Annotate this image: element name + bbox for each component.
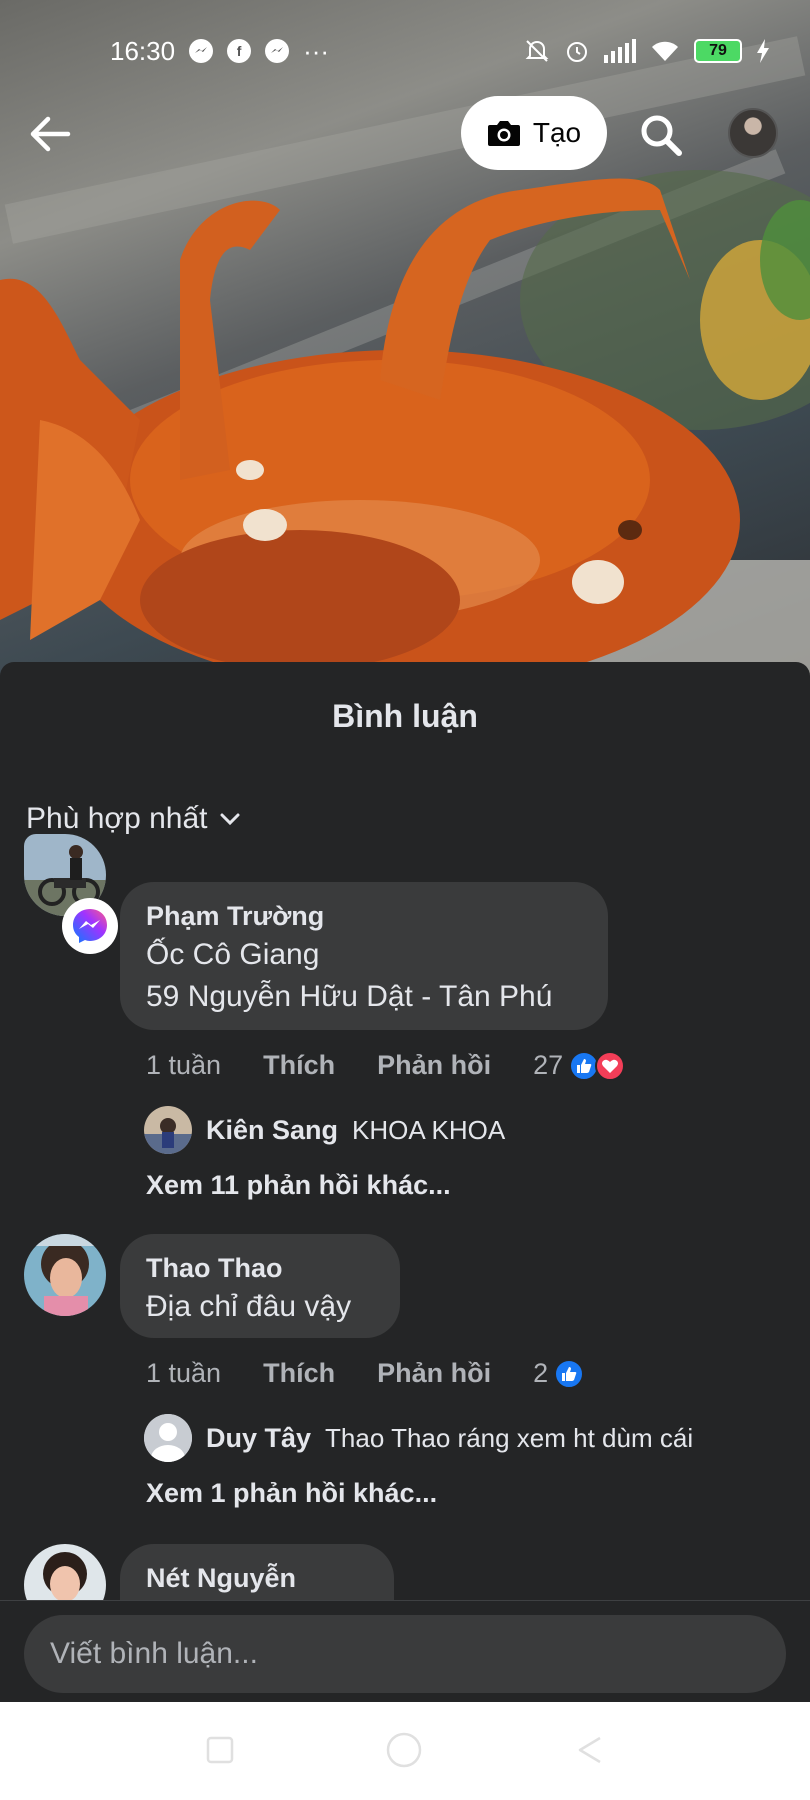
- avatar-image: [24, 1234, 106, 1316]
- view-more-replies[interactable]: Xem 1 phản hồi khác...: [146, 1478, 437, 1509]
- clock: 16:30: [110, 35, 176, 66]
- love-reaction-icon[interactable]: [595, 1050, 626, 1081]
- recent-apps-button[interactable]: [200, 1730, 240, 1770]
- search-icon: [641, 115, 682, 156]
- circle-icon: [386, 1732, 422, 1768]
- alarm-icon: [567, 42, 587, 62]
- comments-title: Bình luận: [332, 698, 478, 734]
- avatar-image: [144, 1106, 192, 1154]
- back-button[interactable]: [22, 106, 78, 162]
- avatar[interactable]: [144, 1414, 192, 1462]
- top-bar: Tạo: [0, 96, 810, 172]
- messenger-icon: [189, 39, 214, 63]
- signal-icon: [604, 39, 636, 63]
- reply-button[interactable]: Phản hồi: [377, 1050, 491, 1081]
- comment-bubble[interactable]: Phạm Trường Ốc Cô Giang 59 Nguyễn Hữu Dậ…: [120, 882, 608, 1030]
- messenger-icon: [73, 909, 107, 943]
- back-nav-button[interactable]: [570, 1730, 610, 1770]
- reply-text: Thao Thao ráng xem ht dùm cái: [325, 1422, 694, 1453]
- wifi-icon: [652, 41, 678, 61]
- home-button[interactable]: [384, 1730, 424, 1770]
- chevron-down-icon: [220, 813, 240, 826]
- create-button-label: Tạo: [532, 117, 582, 148]
- comment-bubble[interactable]: Thao Thao Địa chỉ đâu vậy: [120, 1234, 400, 1338]
- reply-author[interactable]: Kiên Sang: [206, 1115, 338, 1146]
- view-more-replies[interactable]: Xem 11 phản hồi khác...: [146, 1170, 451, 1201]
- comment-composer: [0, 1600, 810, 1704]
- reply-button[interactable]: Phản hồi: [377, 1358, 491, 1389]
- back-arrow-icon: [30, 116, 71, 152]
- charging-icon: [757, 39, 769, 63]
- messenger-badge: [62, 898, 118, 954]
- camera-icon: [487, 121, 520, 146]
- comment-item: Thao Thao Địa chỉ đâu vậy 1 tuần Thích P…: [0, 1234, 810, 1514]
- comment-text-line: Ốc Cô Giang: [146, 938, 320, 971]
- sort-dropdown[interactable]: Phù hợp nhất: [26, 802, 241, 836]
- comment-item: Phạm Trường Ốc Cô Giang 59 Nguyễn Hữu Dậ…: [0, 834, 810, 1204]
- comments-sheet: Bình luận Phù hợp nhất Phạm Trường Ốc Cô…: [0, 662, 810, 1702]
- profile-avatar[interactable]: [728, 108, 778, 158]
- sort-label: Phù hợp nhất: [26, 802, 208, 835]
- comment-text-line: Địa chỉ đâu vậy: [146, 1290, 352, 1323]
- status-bar: 16:30 f ··· 79: [0, 28, 810, 74]
- system-nav-bar: [0, 1702, 810, 1800]
- like-reaction-icon[interactable]: [554, 1358, 585, 1389]
- reply-preview[interactable]: Kiên Sang KHOA KHOA: [144, 1106, 505, 1154]
- messenger-icon: [265, 39, 290, 63]
- square-icon: [206, 1736, 234, 1764]
- comment-text-line: 59 Nguyễn Hữu Dật - Tân Phú: [146, 980, 553, 1013]
- comment-author[interactable]: Nét Nguyễn: [146, 1560, 370, 1596]
- reaction-count[interactable]: 2: [533, 1358, 548, 1389]
- triangle-back-icon: [578, 1736, 601, 1764]
- comment-time[interactable]: 1 tuần: [146, 1358, 221, 1389]
- comment-author[interactable]: Phạm Trường: [146, 898, 584, 934]
- like-button[interactable]: Thích: [263, 1358, 335, 1389]
- comment-input[interactable]: [24, 1615, 786, 1693]
- comment-author[interactable]: Thao Thao: [146, 1250, 376, 1286]
- avatar[interactable]: [144, 1106, 192, 1154]
- mute-icon: [525, 40, 549, 62]
- comment-actions: 1 tuần Thích Phản hồi 2: [146, 1358, 585, 1389]
- create-button[interactable]: Tạo: [461, 96, 607, 170]
- facebook-icon: f: [227, 39, 252, 63]
- reply-preview[interactable]: Duy Tây Thao Thao ráng xem ht dùm cái: [144, 1414, 693, 1462]
- comment-time[interactable]: 1 tuần: [146, 1050, 221, 1081]
- reply-author[interactable]: Duy Tây: [206, 1423, 311, 1454]
- status-bar-left: 16:30 f ···: [110, 36, 329, 67]
- more-notifications-icon: ···: [303, 35, 330, 66]
- default-avatar-icon: [144, 1414, 192, 1462]
- avatar[interactable]: [24, 1234, 106, 1316]
- reaction-count[interactable]: 27: [533, 1050, 563, 1081]
- status-bar-right: 79: [524, 38, 770, 64]
- search-button[interactable]: [636, 110, 686, 160]
- like-button[interactable]: Thích: [263, 1050, 335, 1081]
- battery-icon: 79: [694, 39, 742, 63]
- comment-actions: 1 tuần Thích Phản hồi 27: [146, 1050, 626, 1081]
- reply-text: KHOA KHOA: [352, 1114, 506, 1145]
